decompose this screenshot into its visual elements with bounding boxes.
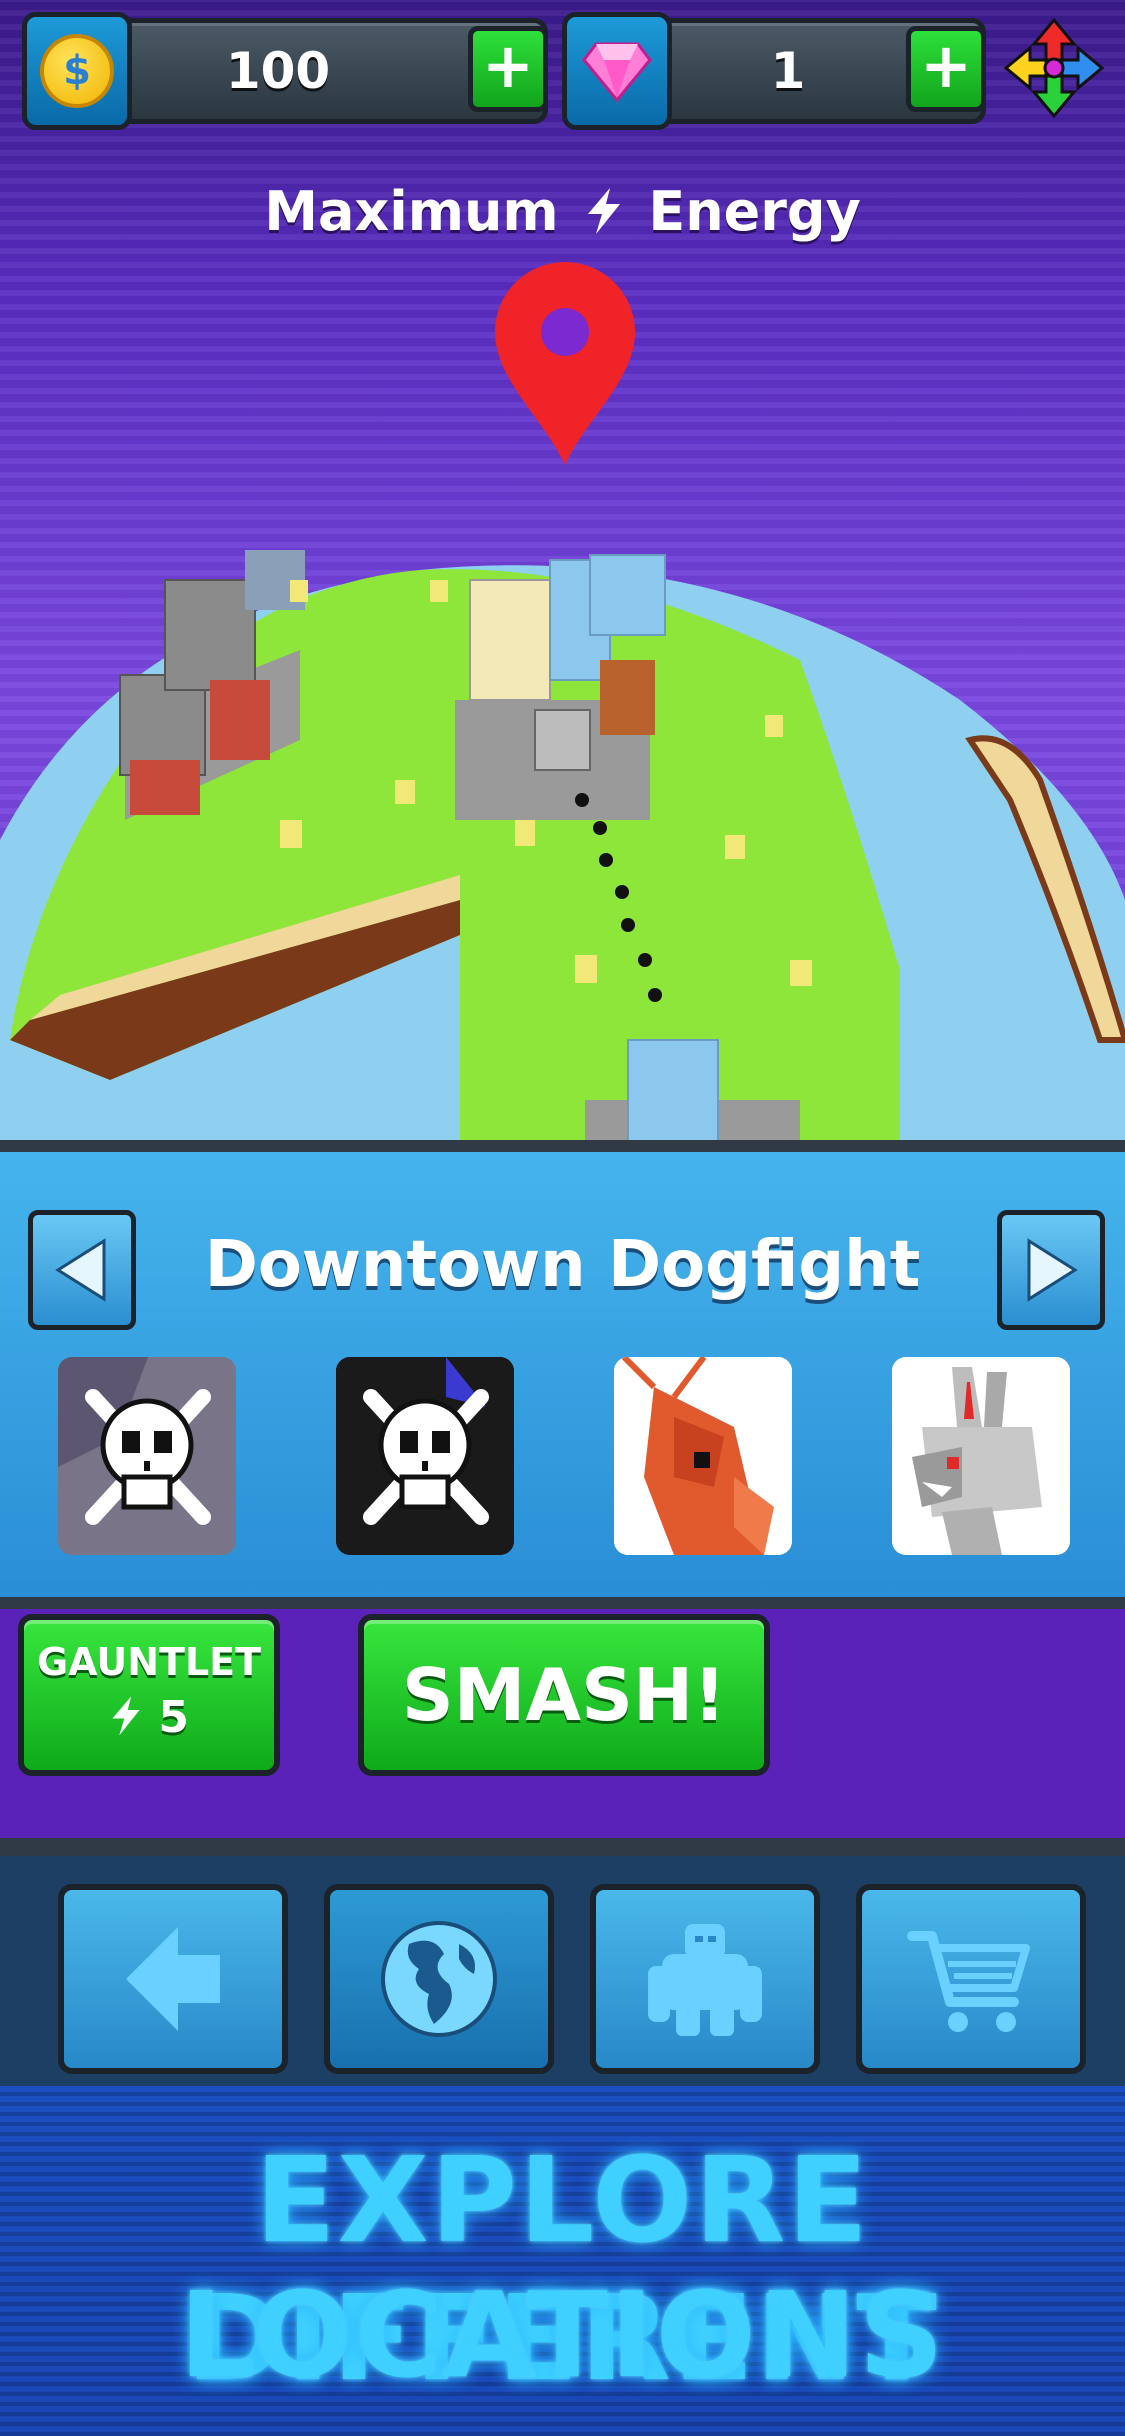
energy-title-prefix: Maximum <box>264 180 559 243</box>
chevron-left-icon <box>55 1238 106 1302</box>
gorilla-icon <box>648 1924 762 2036</box>
location-panel: Downtown Dogfight <box>0 1140 1125 1609</box>
lightning-icon <box>112 1696 140 1736</box>
currency-bar: 100 $ + 1 + <box>0 0 1125 140</box>
red-shrimp-monster-icon <box>614 1357 792 1555</box>
monster-slot-locked[interactable] <box>336 1357 514 1555</box>
lightning-icon <box>584 180 624 243</box>
monster-slot-rabbit[interactable] <box>892 1357 1070 1555</box>
gauntlet-label: GAUNTLET <box>36 1640 262 1684</box>
nav-monsters-button[interactable] <box>590 1884 820 2074</box>
coin-value: 100 <box>225 42 331 100</box>
monster-slot-locked[interactable] <box>58 1357 236 1555</box>
coin-icon: $ <box>22 12 132 130</box>
skull-crossbones-icon <box>58 1357 236 1555</box>
nav-map-button[interactable] <box>324 1884 554 2074</box>
grey-rabbit-monster-icon <box>892 1357 1070 1555</box>
globe-icon <box>381 1921 497 2037</box>
bottom-nav <box>0 1856 1125 2086</box>
skull-crossbones-icon <box>336 1357 514 1555</box>
gem-value: 1 <box>770 42 806 100</box>
nav-shop-button[interactable] <box>856 1884 1086 2074</box>
nav-divider <box>0 1838 1125 1856</box>
chevron-right-icon <box>1027 1238 1078 1302</box>
buy-gems-button[interactable]: + <box>906 26 986 112</box>
gem-icon <box>562 12 672 130</box>
world-map[interactable] <box>0 262 1125 1151</box>
action-area: GAUNTLET 5 SMASH! <box>0 1597 1125 1842</box>
monster-slot-shrimp[interactable] <box>614 1357 792 1555</box>
back-arrow-icon <box>126 1927 220 2031</box>
color-swap-icon[interactable] <box>1000 14 1108 122</box>
previous-location-button[interactable] <box>28 1210 136 1330</box>
banner-line-2: LOCATIONS <box>179 2266 946 2404</box>
gauntlet-button[interactable]: GAUNTLET 5 <box>18 1614 280 1776</box>
gauntlet-cost-value: 5 <box>158 1692 189 1743</box>
location-pin-icon[interactable] <box>490 260 640 470</box>
smash-button[interactable]: SMASH! <box>358 1614 770 1776</box>
nav-back-button[interactable] <box>58 1884 288 2074</box>
energy-title: Maximum Energy <box>0 180 1125 243</box>
shopping-cart-icon <box>907 1931 1030 2032</box>
promo-banner: EXPLORE DIFFERENT LOCATIONS <box>0 2086 1125 2436</box>
buy-coins-button[interactable]: + <box>468 26 548 112</box>
location-name: Downtown Dogfight <box>204 1228 921 1302</box>
energy-title-suffix: Energy <box>648 180 861 243</box>
gauntlet-cost: 5 <box>24 1692 274 1743</box>
next-location-button[interactable] <box>997 1210 1105 1330</box>
